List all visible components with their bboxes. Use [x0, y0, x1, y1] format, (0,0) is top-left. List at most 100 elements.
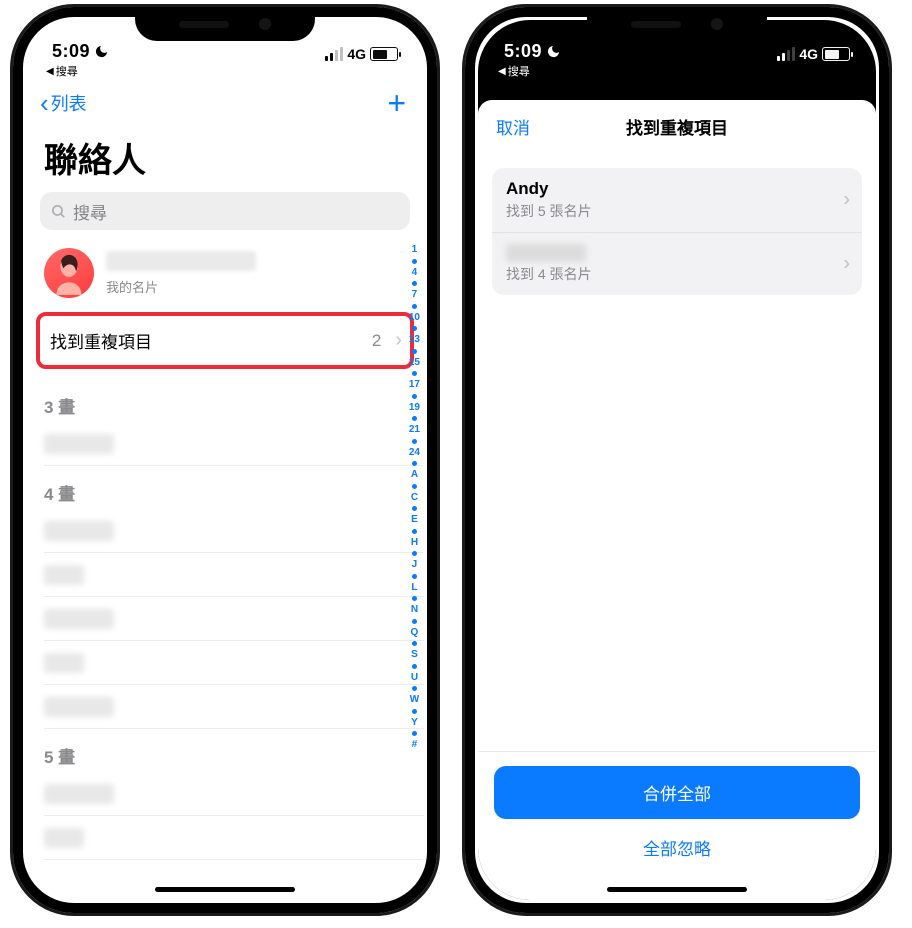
contact-name-redacted: [44, 697, 114, 717]
index-entry[interactable]: 13: [409, 332, 420, 348]
my-card-text: 我的名片: [106, 251, 256, 296]
duplicate-name: [506, 244, 586, 262]
side-vol-up: [10, 217, 13, 279]
index-entry[interactable]: A: [411, 467, 418, 483]
notch: [135, 7, 315, 41]
signal-icon: [325, 47, 343, 61]
index-entry[interactable]: 24: [409, 445, 420, 461]
index-entry[interactable]: S: [411, 647, 418, 663]
duplicate-sublabel: 找到 5 張名片: [506, 201, 592, 221]
index-entry[interactable]: 10: [409, 310, 420, 326]
home-indicator[interactable]: [607, 887, 747, 892]
network-label: 4G: [347, 46, 366, 62]
index-entry[interactable]: Q: [411, 625, 419, 641]
index-dot: [412, 641, 417, 646]
status-time: 5:09: [52, 41, 90, 62]
contact-row[interactable]: [44, 685, 424, 729]
contact-row[interactable]: [44, 597, 424, 641]
search-input[interactable]: 搜尋: [40, 192, 410, 230]
modal-sheet: 取消 找到重複項目 Andy找到 5 張名片›找到 4 張名片› 合併全部 全部…: [478, 100, 876, 900]
contact-name-redacted: [44, 565, 84, 585]
section-header: 5 畫: [26, 729, 424, 772]
index-dot: [412, 461, 417, 466]
index-dot: [412, 551, 417, 556]
index-dot: [412, 416, 417, 421]
index-dot: [412, 371, 417, 376]
index-entry[interactable]: L: [411, 580, 417, 596]
index-dot: [412, 619, 417, 624]
network-label: 4G: [799, 46, 818, 62]
contact-row[interactable]: [44, 816, 424, 860]
index-dot: [412, 686, 417, 691]
side-power: [889, 239, 892, 339]
battery-icon: [370, 47, 398, 61]
add-contact-button[interactable]: +: [387, 87, 406, 119]
index-entry[interactable]: 19: [409, 400, 420, 416]
section-header: 3 畫: [26, 379, 424, 422]
screen-left: 5:09 4G ◀ 搜尋 ‹ 列表 + 聯絡人 搜尋: [26, 20, 424, 900]
chevron-right-icon: ›: [843, 253, 850, 276]
contact-row[interactable]: [44, 772, 424, 816]
breadcrumb-back[interactable]: ◀ 搜尋: [26, 62, 424, 83]
index-dot: [412, 731, 417, 736]
nav-bar: ‹ 列表 +: [26, 83, 424, 119]
index-entry[interactable]: U: [411, 670, 418, 686]
index-entry[interactable]: 15: [409, 355, 420, 371]
contact-row[interactable]: [44, 553, 424, 597]
dnd-moon-icon: [546, 44, 561, 59]
index-dot: [412, 529, 417, 534]
index-entry[interactable]: W: [410, 692, 419, 708]
index-entry[interactable]: 21: [409, 422, 420, 438]
back-button[interactable]: ‹ 列表: [40, 90, 87, 116]
cancel-button[interactable]: 取消: [496, 114, 530, 139]
section-header: 4 畫: [26, 466, 424, 509]
index-dot: [412, 596, 417, 601]
index-entry[interactable]: H: [411, 535, 418, 551]
side-vol-down: [10, 295, 13, 357]
contact-row[interactable]: [44, 509, 424, 553]
breadcrumb-back[interactable]: ◀ 搜尋: [478, 62, 876, 83]
side-vol-down: [462, 295, 465, 357]
index-entry[interactable]: 4: [412, 265, 418, 281]
section-index[interactable]: 1 4 7 10 13 15 17 19 21 24 ACEHJLNQSUWY #: [409, 242, 420, 753]
index-entry[interactable]: J: [412, 557, 418, 573]
phone-right: 5:09 4G ◀ 搜尋 取消 找到重複項目 Andy找到 5 張名片›找到 4…: [462, 4, 892, 916]
ignore-all-button[interactable]: 全部忽略: [494, 819, 860, 860]
home-indicator[interactable]: [155, 887, 295, 892]
duplicates-card: Andy找到 5 張名片›找到 4 張名片›: [492, 168, 862, 295]
duplicate-item-row[interactable]: Andy找到 5 張名片›: [492, 168, 862, 232]
contact-name-redacted: [44, 521, 114, 541]
avatar-silhouette-icon: [44, 248, 94, 298]
status-time: 5:09: [504, 41, 542, 62]
my-card-row[interactable]: 我的名片: [26, 238, 424, 308]
contact-row[interactable]: [44, 422, 424, 466]
back-caret-icon: ◀: [498, 66, 506, 77]
my-name-redacted: [106, 251, 256, 271]
page-title: 聯絡人: [26, 119, 424, 192]
index-entry[interactable]: Y: [411, 715, 418, 731]
index-dot: [412, 574, 417, 579]
index-entry[interactable]: 17: [409, 377, 420, 393]
contact-name-redacted: [44, 828, 84, 848]
index-dot: [412, 326, 417, 331]
notch: [587, 7, 767, 41]
index-entry[interactable]: E: [411, 512, 418, 528]
breadcrumb-label: 搜尋: [508, 63, 530, 79]
back-caret-icon: ◀: [46, 66, 54, 77]
index-entry[interactable]: 1: [412, 242, 418, 258]
duplicate-item-row[interactable]: 找到 4 張名片›: [492, 232, 862, 295]
index-dot: [412, 394, 417, 399]
index-entry[interactable]: 7: [412, 287, 418, 303]
duplicates-found-row[interactable]: 找到重複項目 2 ›: [36, 312, 414, 369]
index-entry[interactable]: #: [412, 737, 418, 753]
contact-row[interactable]: [44, 641, 424, 685]
index-dot: [412, 506, 417, 511]
merge-all-button[interactable]: 合併全部: [494, 766, 860, 819]
index-entry[interactable]: N: [411, 602, 418, 618]
sheet-body: Andy找到 5 張名片›找到 4 張名片›: [478, 152, 876, 751]
search-placeholder: 搜尋: [73, 199, 107, 224]
index-dot: [412, 304, 417, 309]
chevron-left-icon: ‹: [40, 90, 49, 116]
signal-icon: [777, 47, 795, 61]
index-entry[interactable]: C: [411, 490, 418, 506]
